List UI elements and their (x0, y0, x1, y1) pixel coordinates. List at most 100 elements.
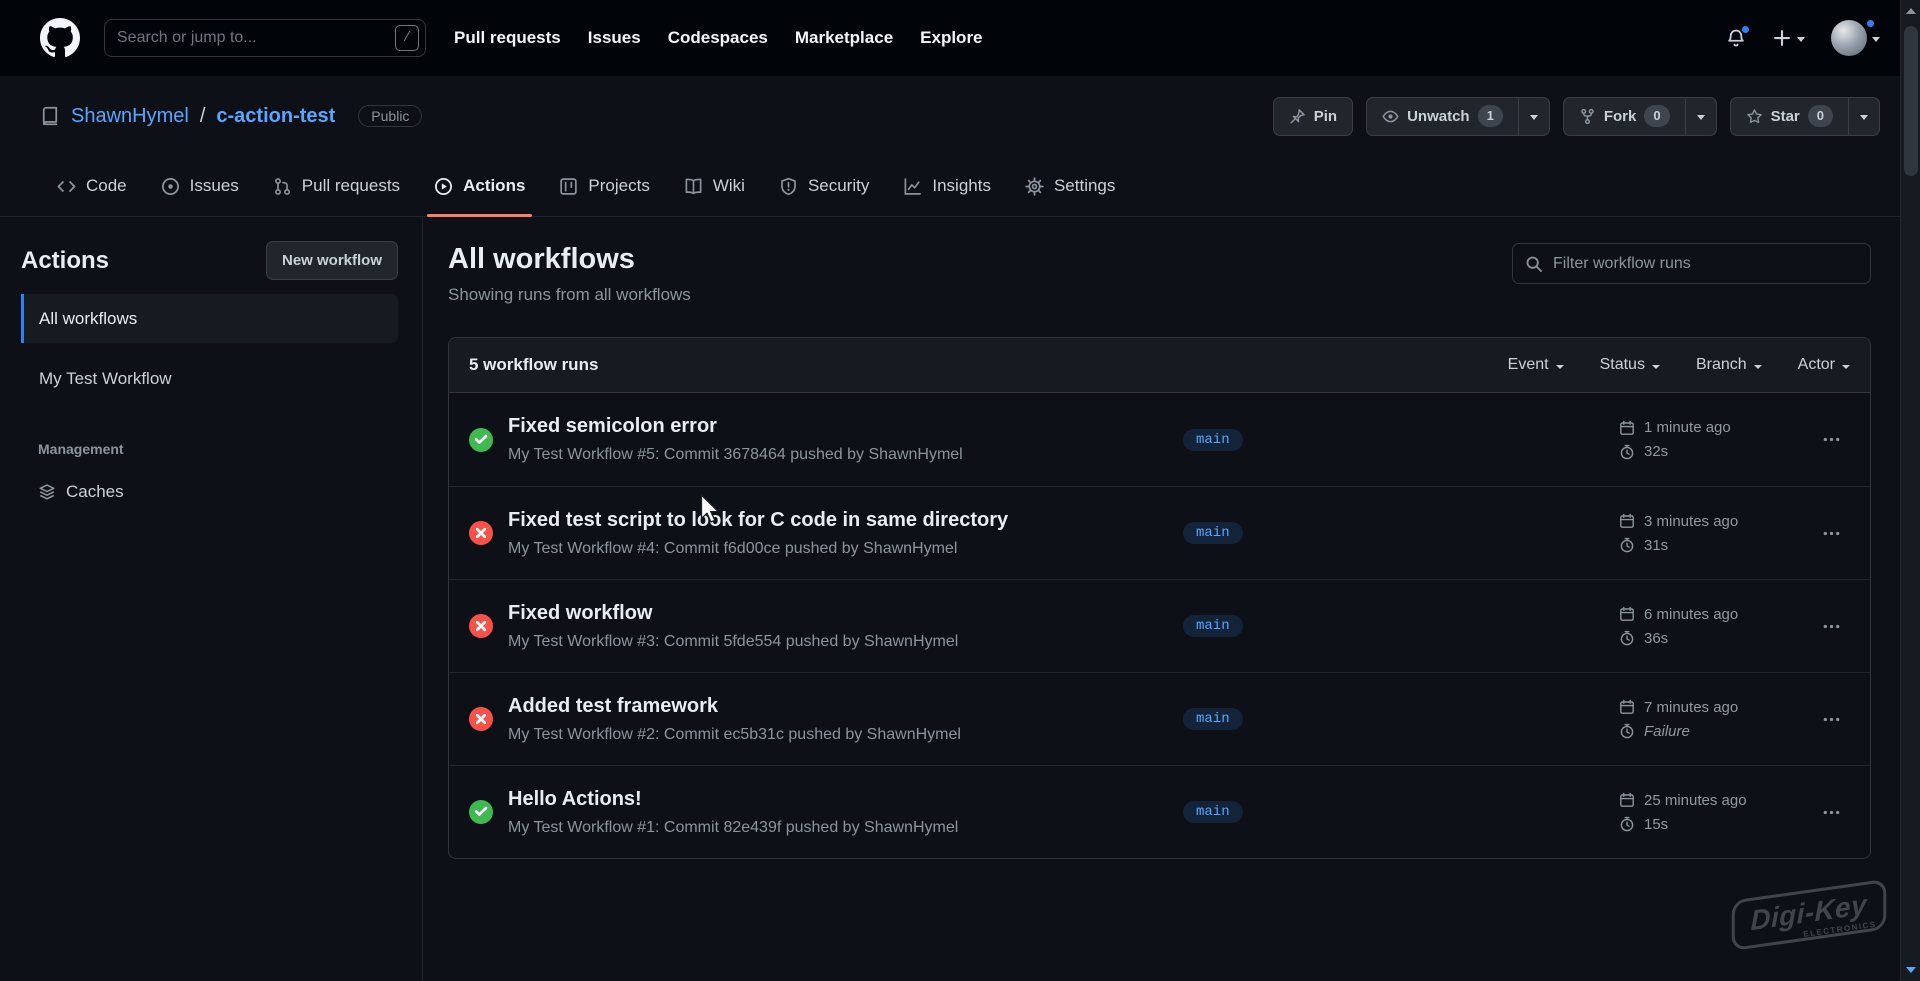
runs-table-header: 5 workflow runs Event Status Branch Acto… (449, 338, 1870, 393)
run-status-icon (469, 707, 493, 731)
run-status-icon (469, 800, 493, 824)
repo-name-link[interactable]: c-action-test (216, 105, 335, 128)
workflow-runs-table: 5 workflow runs Event Status Branch Acto… (448, 337, 1871, 859)
nav-marketplace[interactable]: Marketplace (795, 28, 893, 48)
run-duration: 15s (1644, 816, 1668, 833)
run-status-icon (469, 521, 493, 545)
run-title-link[interactable]: Fixed workflow (508, 602, 1167, 625)
filter-actor-dropdown[interactable]: Actor (1798, 356, 1850, 374)
fork-icon (1579, 108, 1596, 125)
branch-badge[interactable]: main (1183, 708, 1243, 730)
star-options-button[interactable] (1848, 97, 1880, 136)
create-new-button[interactable] (1772, 28, 1805, 48)
run-options-button[interactable] (1792, 393, 1870, 486)
filter-runs-input[interactable] (1553, 255, 1858, 273)
notification-dot (1740, 24, 1751, 35)
run-options-button[interactable] (1792, 673, 1870, 765)
run-times: 6 minutes ago 36s (1619, 606, 1792, 647)
run-duration: Failure (1644, 723, 1690, 740)
tab-insights[interactable]: Insights (886, 156, 1008, 216)
tab-security[interactable]: Security (762, 156, 886, 216)
fork-button[interactable]: Fork 0 (1563, 97, 1686, 136)
tab-code[interactable]: Code (40, 156, 144, 216)
run-title-link[interactable]: Added test framework (508, 695, 1167, 718)
star-icon (1746, 108, 1763, 125)
scroll-up-arrow[interactable] (1906, 8, 1916, 14)
shield-icon (779, 177, 798, 196)
new-workflow-button[interactable]: New workflow (266, 241, 398, 280)
branch-badge[interactable]: main (1183, 429, 1243, 451)
star-button[interactable]: Star 0 (1730, 97, 1849, 136)
pin-label: Pin (1314, 108, 1337, 125)
nav-explore[interactable]: Explore (920, 28, 982, 48)
pin-button[interactable]: Pin (1273, 97, 1353, 136)
run-title-link[interactable]: Fixed semicolon error (508, 415, 1167, 438)
calendar-icon (1619, 699, 1635, 715)
sidebar-item-all-workflows[interactable]: All workflows (21, 294, 398, 343)
workflow-run-row: Added test framework My Test Workflow #2… (449, 672, 1870, 765)
branch-badge[interactable]: main (1183, 615, 1243, 637)
scrollbar[interactable] (1900, 0, 1920, 981)
tab-wiki[interactable]: Wiki (667, 156, 762, 216)
repo-owner-link[interactable]: ShawnHymel (71, 105, 189, 128)
calendar-icon (1619, 513, 1635, 529)
run-title-link[interactable]: Fixed test script to look for C code in … (508, 509, 1167, 532)
repo-actions: Pin Unwatch 1 Fork 0 Star 0 (1273, 97, 1880, 136)
scrollbar-thumb[interactable] (1904, 26, 1918, 176)
filter-workflow-runs[interactable] (1512, 243, 1871, 284)
issue-icon (161, 177, 180, 196)
watch-options-button[interactable] (1518, 97, 1550, 136)
run-meta: My Test Workflow #2: Commit ec5b31c push… (508, 726, 1167, 744)
unwatch-button[interactable]: Unwatch 1 (1366, 97, 1519, 136)
header-nav: Pull requests Issues Codespaces Marketpl… (454, 28, 983, 48)
workflow-run-row: Hello Actions! My Test Workflow #1: Comm… (449, 765, 1870, 858)
user-menu-button[interactable] (1831, 20, 1880, 56)
run-meta: My Test Workflow #4: Commit f6d00ce push… (508, 540, 1167, 558)
run-meta: My Test Workflow #3: Commit 5fde554 push… (508, 633, 1167, 651)
notifications-button[interactable] (1726, 28, 1746, 48)
run-options-button[interactable] (1792, 766, 1870, 858)
workflow-nav: All workflows My Test Workflow (0, 294, 422, 403)
run-options-button[interactable] (1792, 487, 1870, 579)
run-duration: 31s (1644, 537, 1668, 554)
run-meta: My Test Workflow #5: Commit 3678464 push… (508, 446, 1167, 464)
branch-badge[interactable]: main (1183, 522, 1243, 544)
branch-badge[interactable]: main (1183, 801, 1243, 823)
calendar-icon (1619, 606, 1635, 622)
tab-actions[interactable]: Actions (417, 156, 542, 216)
tab-settings[interactable]: Settings (1008, 156, 1132, 216)
kebab-icon (1822, 803, 1841, 822)
star-label: Star (1771, 108, 1800, 125)
tab-projects[interactable]: Projects (542, 156, 666, 216)
management-section-label: Management (38, 441, 398, 457)
fork-options-button[interactable] (1685, 97, 1717, 136)
repo-header: ShawnHymel / c-action-test Public Pin Un… (0, 76, 1920, 156)
filter-event-dropdown[interactable]: Event (1508, 356, 1564, 374)
nav-codespaces[interactable]: Codespaces (668, 28, 768, 48)
run-title-link[interactable]: Hello Actions! (508, 788, 1167, 811)
fork-count: 0 (1644, 105, 1669, 127)
project-icon (559, 177, 578, 196)
page-subtitle: Showing runs from all workflows (448, 285, 691, 305)
stack-icon (38, 483, 56, 501)
nav-issues[interactable]: Issues (588, 28, 641, 48)
run-duration: 36s (1644, 630, 1668, 647)
filter-status-dropdown[interactable]: Status (1600, 356, 1660, 374)
nav-pull-requests[interactable]: Pull requests (454, 28, 561, 48)
actions-sidebar: Actions New workflow All workflows My Te… (0, 217, 423, 981)
sidebar-item-caches[interactable]: Caches (38, 471, 422, 513)
global-search[interactable]: / (104, 19, 426, 57)
filter-branch-dropdown[interactable]: Branch (1696, 356, 1762, 374)
github-logo[interactable] (40, 18, 80, 58)
chevron-down-icon (1797, 37, 1805, 42)
scroll-down-arrow[interactable] (1906, 967, 1916, 973)
run-options-button[interactable] (1792, 580, 1870, 672)
tab-pull-requests[interactable]: Pull requests (256, 156, 417, 216)
run-time: 6 minutes ago (1644, 606, 1738, 623)
tab-issues[interactable]: Issues (144, 156, 256, 216)
stopwatch-icon (1619, 444, 1635, 460)
avatar-status-dot (1865, 18, 1876, 29)
sidebar-item-my-test-workflow[interactable]: My Test Workflow (21, 354, 398, 403)
chevron-down-icon (1872, 37, 1880, 42)
search-input[interactable] (117, 29, 387, 47)
